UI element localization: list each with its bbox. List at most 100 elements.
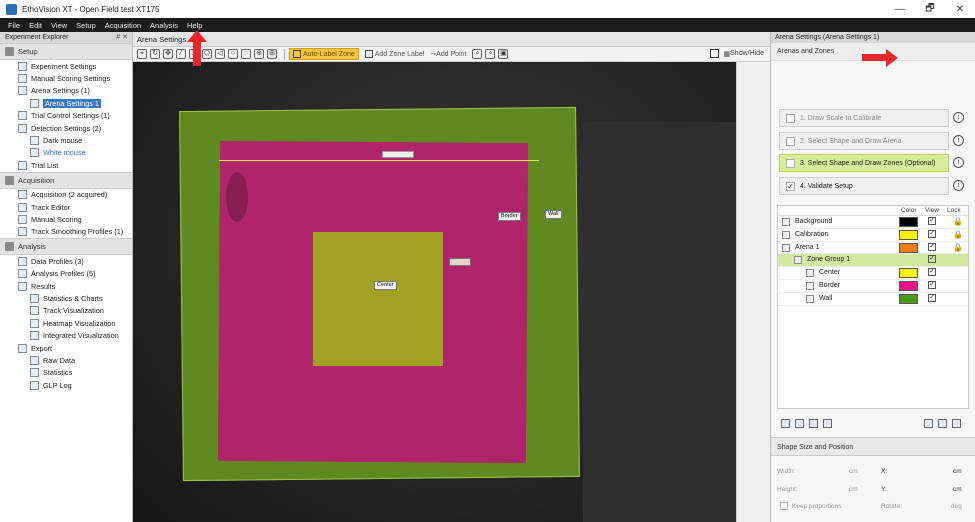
- view-checkbox[interactable]: ✓: [928, 268, 936, 277]
- keep-proportions-checkbox[interactable]: [780, 502, 788, 510]
- info-icon[interactable]: i: [953, 112, 964, 123]
- menu-help[interactable]: Help: [187, 21, 202, 30]
- zoom-in-icon[interactable]: ⌕: [472, 49, 483, 59]
- hidden-zone-icon[interactable]: [924, 419, 933, 428]
- zone-row[interactable]: Border ✓: [778, 280, 968, 293]
- tree-item[interactable]: Trial Control Settings (1): [0, 110, 132, 122]
- lock-icon[interactable]: 🔒: [953, 243, 963, 252]
- vertical-scrollbar[interactable]: [736, 62, 770, 522]
- step-draw-zones[interactable]: 3. Select Shape and Draw Zones (Optional…: [779, 154, 949, 172]
- lock-icon[interactable]: 🔒: [953, 230, 963, 239]
- tree-item[interactable]: GLP Log: [0, 379, 132, 391]
- tree-item[interactable]: Export: [0, 342, 132, 354]
- tree-item[interactable]: Acquisition (2 acquired): [0, 189, 132, 201]
- add-point-button[interactable]: ⊸ Add Point: [430, 50, 466, 59]
- zone-row[interactable]: Wall ✓: [778, 293, 968, 306]
- tree-item[interactable]: Results: [0, 280, 132, 292]
- tree-item[interactable]: Trial List: [0, 159, 132, 171]
- zone-label-wall[interactable]: Wall: [545, 210, 562, 219]
- view-checkbox[interactable]: ✓: [928, 255, 936, 264]
- table-icon[interactable]: [938, 419, 947, 428]
- tree-item[interactable]: Arena Settings (1): [0, 85, 132, 97]
- section-analysis[interactable]: Analysis: [0, 238, 132, 256]
- menu-view[interactable]: View: [51, 21, 67, 30]
- zone-color-swatch[interactable]: [899, 242, 918, 253]
- tree-item[interactable]: Statistics: [0, 367, 132, 379]
- menu-edit[interactable]: Edit: [29, 21, 42, 30]
- zone-color-swatch[interactable]: [899, 229, 918, 240]
- target-tool-icon[interactable]: ⊕: [254, 49, 264, 59]
- tree-item[interactable]: Manual Scoring Settings: [0, 72, 132, 84]
- tab-arena-settings[interactable]: Arena Settings: [133, 32, 770, 47]
- tree-item[interactable]: Detection Settings (2): [0, 122, 132, 134]
- calibration-line[interactable]: [219, 160, 539, 161]
- tree-item[interactable]: Track Visualization: [0, 305, 132, 317]
- view-checkbox[interactable]: ✓: [928, 242, 936, 251]
- zone-color-swatch[interactable]: [899, 293, 918, 304]
- add-zone-icon[interactable]: [781, 419, 790, 428]
- tree-item[interactable]: White mouse: [0, 147, 132, 159]
- view-checkbox[interactable]: ✓: [928, 229, 936, 238]
- minimize-button[interactable]: —: [885, 0, 915, 18]
- menu-analysis[interactable]: Analysis: [150, 21, 178, 30]
- auto-label-zone-button[interactable]: Auto-Label Zone: [289, 48, 359, 60]
- camera-icon[interactable]: ▣: [498, 49, 509, 59]
- panel-toggle-icon[interactable]: [709, 49, 719, 58]
- info-icon[interactable]: i: [953, 180, 964, 191]
- maximize-button[interactable]: 🗗: [915, 0, 945, 18]
- line-tool-icon[interactable]: ⁄: [176, 49, 186, 59]
- zone-row[interactable]: Zone Group 1 ✓: [778, 254, 968, 268]
- curve-tool-icon[interactable]: ◌: [241, 49, 251, 59]
- tree-item[interactable]: Arena Settings 1: [0, 97, 132, 109]
- info-icon[interactable]: i: [953, 157, 964, 168]
- section-setup[interactable]: Setup: [0, 43, 132, 60]
- select-tool-icon[interactable]: ⌖: [137, 49, 147, 59]
- zone-center[interactable]: [313, 232, 443, 366]
- zone-color-swatch[interactable]: [899, 280, 918, 291]
- tree-item[interactable]: Dark mouse: [0, 134, 132, 146]
- zoom-out-icon[interactable]: ⌕: [485, 49, 496, 59]
- zone-row[interactable]: Calibration ✓ 🔒: [778, 229, 968, 242]
- tree-item[interactable]: Data Profiles (3): [0, 255, 132, 267]
- tree-item[interactable]: Manual Scoring: [0, 213, 132, 225]
- circle-tool-icon[interactable]: ○: [228, 49, 238, 59]
- view-checkbox[interactable]: ✓: [928, 280, 936, 289]
- menu-setup[interactable]: Setup: [76, 21, 96, 30]
- tree-item[interactable]: Raw Data: [0, 354, 132, 366]
- view-checkbox[interactable]: ✓: [928, 293, 936, 302]
- copy-zone-icon[interactable]: [795, 419, 804, 428]
- step-draw-arena[interactable]: 2. Select Shape and Draw Arena: [779, 132, 949, 150]
- polygon-tool-icon[interactable]: ⬠: [202, 49, 212, 59]
- view-checkbox[interactable]: ✓: [928, 217, 936, 225]
- tree-item[interactable]: Track Smoothing Profiles (1): [0, 226, 132, 238]
- zone-label-border[interactable]: Border: [498, 212, 521, 221]
- lock-icon[interactable]: 🔒: [953, 217, 963, 226]
- step-draw-scale[interactable]: 1. Draw Scale to Calibrate: [779, 109, 949, 127]
- menu-acquisition[interactable]: Acquisition: [105, 21, 141, 30]
- section-acquisition[interactable]: Acquisition: [0, 171, 132, 189]
- close-button[interactable]: ✕: [945, 0, 975, 18]
- show-hide-control[interactable]: ▦ Show/Hide: [709, 49, 764, 58]
- shape-tool-icon[interactable]: ◁: [215, 49, 225, 59]
- zone-color-swatch[interactable]: [899, 268, 918, 279]
- zone-sort-icon[interactable]: [952, 419, 961, 428]
- zone-row[interactable]: Center ✓: [778, 267, 968, 280]
- tree-item[interactable]: Statistics & Charts: [0, 292, 132, 304]
- delete-zone-icon[interactable]: [823, 419, 832, 428]
- tree-item[interactable]: Analysis Profiles (5): [0, 267, 132, 279]
- zone-row[interactable]: Arena 1 ✓ 🔒: [778, 242, 968, 255]
- zone-label-arena[interactable]: [449, 258, 471, 266]
- tree-item[interactable]: Heatmap Visualization: [0, 317, 132, 329]
- tree-item[interactable]: Track Editor: [0, 201, 132, 213]
- move-tool-icon[interactable]: ✥: [163, 49, 173, 59]
- info-icon[interactable]: i: [953, 135, 964, 146]
- zone-row[interactable]: Background ✓ 🔒: [778, 216, 968, 229]
- arena-canvas[interactable]: Border Wall Center: [133, 62, 736, 522]
- rotate-tool-icon[interactable]: ↻: [150, 49, 160, 59]
- menu-file[interactable]: File: [8, 21, 20, 30]
- zone-label-center[interactable]: Center: [374, 281, 397, 290]
- grid-tool-icon[interactable]: ⊞: [267, 49, 277, 59]
- step-validate[interactable]: ✓ 4. Validate Setup: [779, 177, 949, 195]
- zone-color-swatch[interactable]: [899, 217, 918, 227]
- zone-group-icon[interactable]: [809, 419, 818, 428]
